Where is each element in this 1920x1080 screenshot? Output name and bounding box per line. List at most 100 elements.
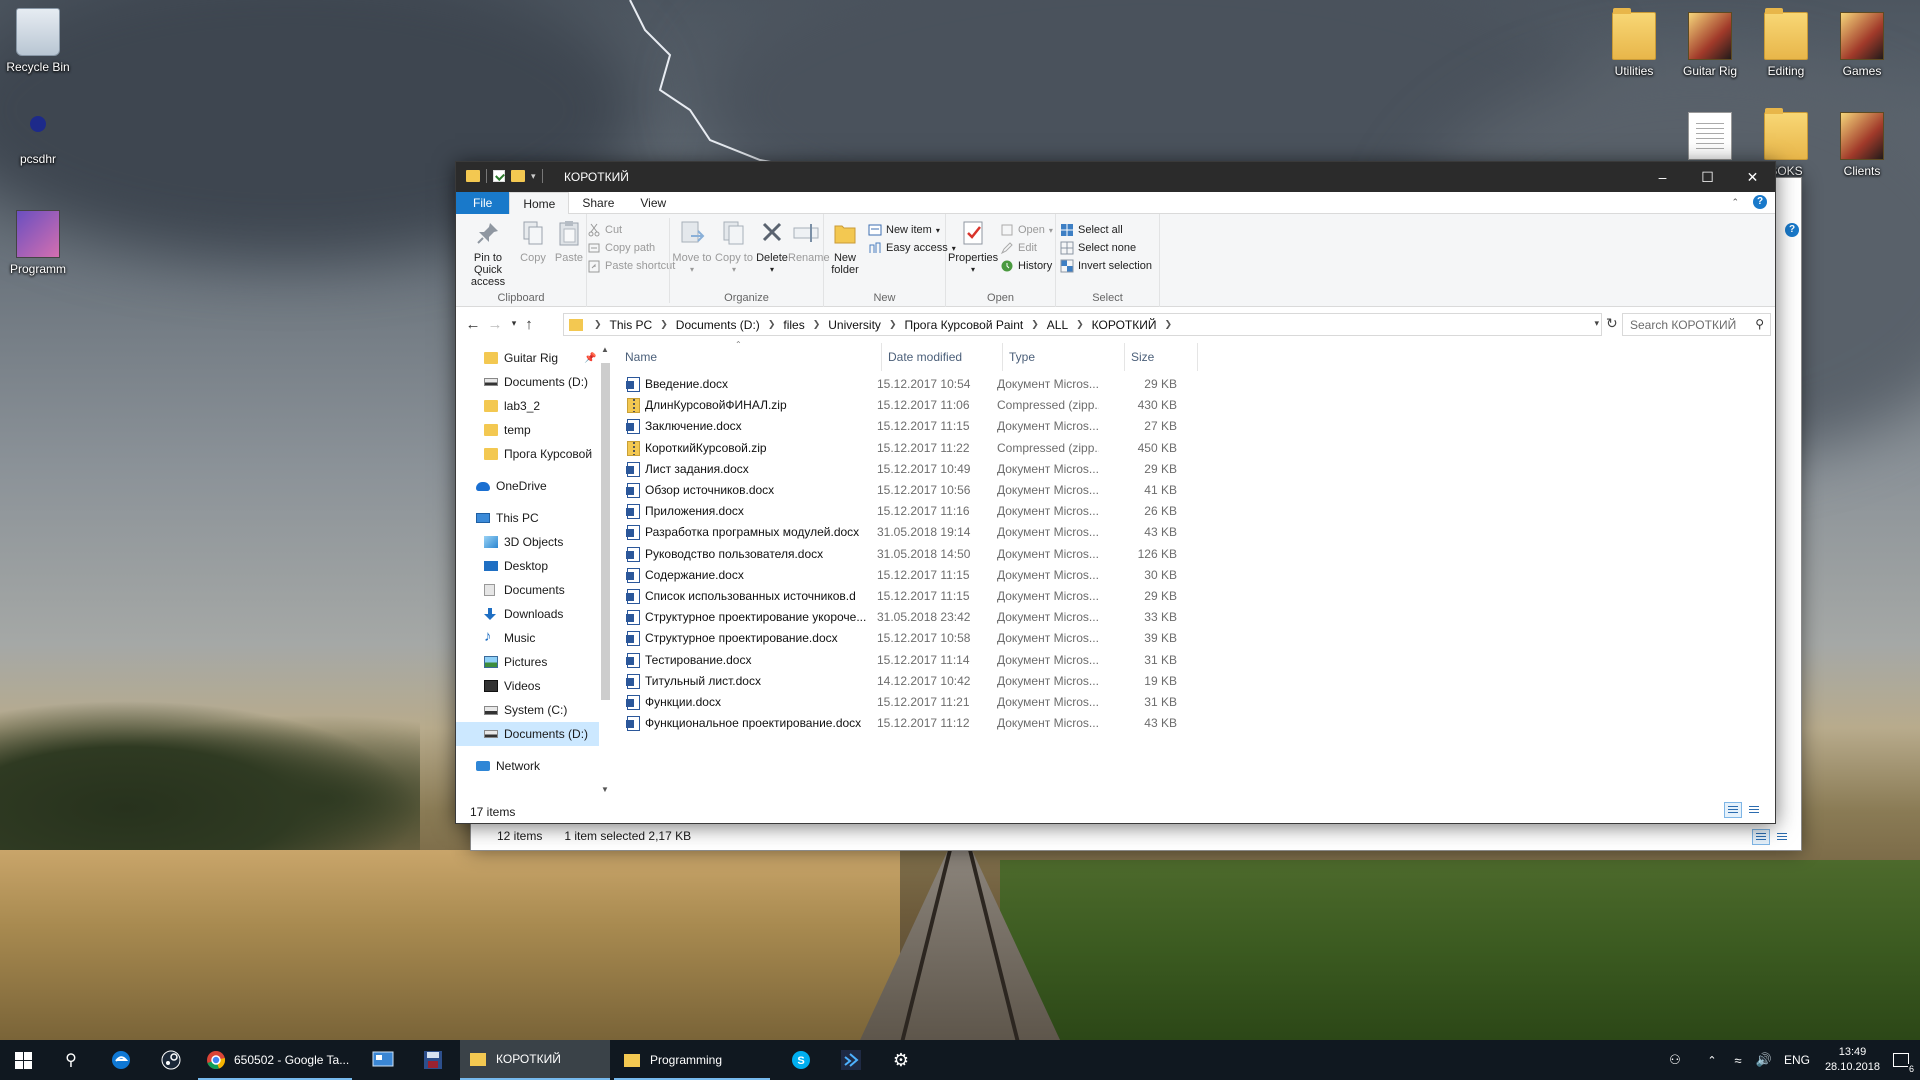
start-button[interactable] — [0, 1040, 46, 1080]
properties-button[interactable]: Properties ▾ — [948, 218, 998, 276]
nav-item-documents-d[interactable]: Documents (D:) — [456, 722, 599, 746]
file-row[interactable]: Руководство пользователя.docx 31.05.2018 … — [619, 544, 1219, 565]
column-header-date[interactable]: Date modified — [882, 343, 1003, 371]
chevron-right-icon[interactable]: ❯ — [1165, 319, 1173, 330]
search-input[interactable]: Search КОРОТКИЙ ⚲ — [1622, 313, 1771, 336]
up-arrow-icon[interactable]: ↑ — [520, 316, 538, 333]
file-row[interactable]: Введение.docx 15.12.2017 10:54 Документ Mi… — [619, 374, 1219, 395]
help-icon[interactable]: ? — [1785, 223, 1799, 237]
cut-button[interactable]: Cut — [587, 221, 622, 239]
easy-access-button[interactable]: Easy access ▾ — [868, 239, 956, 257]
taskbar-app-chrome[interactable]: 650502 - Google Ta... — [198, 1040, 352, 1080]
navigation-scrollbar[interactable]: ▲ ▼ — [599, 343, 611, 798]
file-row[interactable]: Титульный лист.docx 14.12.2017 10:42 Докум… — [619, 671, 1219, 692]
scroll-up-icon[interactable]: ▲ — [601, 345, 609, 354]
copy-button[interactable]: Copy — [516, 218, 550, 264]
file-row[interactable]: Приложения.docx 15.12.2017 11:16 Документ … — [619, 501, 1219, 522]
volume-icon[interactable]: 🔊 — [1752, 1040, 1776, 1080]
scroll-thumb[interactable] — [601, 363, 610, 700]
steam-icon[interactable] — [148, 1040, 194, 1080]
search-icon[interactable]: ⚲ — [48, 1040, 94, 1080]
settings-gear-icon[interactable]: ⚙ — [878, 1040, 924, 1080]
pin-to-quick-access-button[interactable]: Pin to Quick access — [460, 218, 516, 288]
new-item-button[interactable]: New item ▾ — [868, 221, 940, 239]
chevron-right-icon[interactable]: ❯ — [768, 319, 776, 330]
chevron-right-icon[interactable]: ❯ — [813, 319, 821, 330]
desktop-icon-guitar-rig[interactable]: Guitar Rig — [1672, 12, 1748, 78]
chevron-down-icon[interactable]: ▾ — [1594, 318, 1599, 329]
file-row[interactable]: Структурное проектирование укороче... 31.… — [619, 607, 1219, 628]
explorer-window[interactable]: ▾ КОРОТКИЙ – ☐ ✕ File Home Share View ⌃ … — [455, 161, 1776, 824]
people-icon[interactable]: ⚇ — [1660, 1040, 1690, 1080]
edit-button[interactable]: Edit — [1000, 239, 1037, 257]
chevron-right-icon[interactable]: ❯ — [660, 319, 668, 330]
tab-share[interactable]: Share — [569, 192, 627, 214]
taskbar-app-explorer-programming[interactable]: Programming — [614, 1040, 770, 1080]
control-panel-icon[interactable] — [360, 1040, 406, 1080]
large-icons-view-icon[interactable] — [1773, 829, 1791, 845]
large-icons-view-icon[interactable] — [1745, 802, 1763, 818]
breadcrumb-files[interactable]: files — [783, 318, 804, 332]
file-row[interactable]: Содержание.docx 15.12.2017 11:15 Документ … — [619, 565, 1219, 586]
copy-path-button[interactable]: Copy path — [587, 239, 655, 257]
desktop-icon-editing[interactable]: Editing — [1748, 8, 1824, 78]
desktop-icon-pcsdhr[interactable]: pcsdhr — [0, 100, 76, 166]
copy-to-button[interactable]: Copy to ▾ — [714, 218, 754, 276]
file-row[interactable]: Лист задания.docx 15.12.2017 10:49 Докумен… — [619, 459, 1219, 480]
scroll-down-icon[interactable]: ▼ — [601, 785, 609, 794]
action-center-button[interactable]: 6 — [1886, 1040, 1916, 1080]
collapse-ribbon-icon[interactable]: ⌃ — [1731, 197, 1739, 208]
desktop-icon-recycle-bin[interactable]: Recycle Bin — [0, 8, 76, 74]
tab-file[interactable]: File — [456, 192, 510, 214]
minimize-button[interactable]: – — [1640, 162, 1685, 192]
tab-view[interactable]: View — [627, 192, 679, 214]
breadcrumb-university[interactable]: University — [828, 318, 881, 332]
file-row[interactable]: Функции.docx 15.12.2017 11:21 Документ Mic… — [619, 692, 1219, 713]
skype-icon[interactable]: S — [778, 1040, 824, 1080]
history-button[interactable]: History — [1000, 257, 1052, 275]
show-hidden-icons-chevron-icon[interactable]: ⌃ — [1700, 1040, 1724, 1080]
breadcrumb-documents-d[interactable]: Documents (D:) — [676, 318, 760, 332]
back-arrow-icon[interactable]: ← — [464, 316, 482, 333]
nav-item-this-pc[interactable]: This PC — [476, 506, 616, 530]
details-view-icon[interactable] — [1724, 802, 1742, 818]
desktop-icon-programm[interactable]: Programm — [0, 210, 76, 276]
details-view-icon[interactable] — [1752, 829, 1770, 845]
save-app-icon[interactable] — [410, 1040, 456, 1080]
breadcrumb-korotkiy[interactable]: КОРОТКИЙ — [1092, 318, 1157, 332]
chevron-down-icon[interactable]: ▾ — [531, 171, 536, 182]
properties-icon[interactable] — [493, 170, 505, 182]
desktop-icon-games[interactable]: Games — [1824, 12, 1900, 78]
column-header-type[interactable]: Type — [1003, 343, 1125, 371]
open-button[interactable]: Open ▾ — [1000, 221, 1053, 239]
paste-shortcut-button[interactable]: Paste shortcut — [587, 257, 675, 275]
invert-selection-button[interactable]: Invert selection — [1060, 257, 1152, 275]
clock[interactable]: 13:49 28.10.2018 — [1825, 1045, 1880, 1075]
breadcrumb-all[interactable]: ALL — [1047, 318, 1068, 332]
column-header-size[interactable]: Size — [1125, 343, 1198, 371]
file-row[interactable]: Заключение.docx 15.12.2017 11:15 Документ … — [619, 416, 1219, 437]
chevron-right-icon[interactable]: ❯ — [1076, 319, 1084, 330]
column-header-name[interactable]: ⌃ Name — [619, 340, 882, 371]
refresh-icon[interactable]: ↻ — [1606, 315, 1618, 332]
chevron-right-icon[interactable]: ❯ — [1031, 319, 1039, 330]
paste-button[interactable]: Paste — [552, 218, 586, 264]
delete-button[interactable]: Delete ▾ — [756, 218, 788, 276]
maximize-button[interactable]: ☐ — [1685, 162, 1730, 192]
tab-home[interactable]: Home — [509, 192, 570, 215]
language-indicator[interactable]: ENG — [1780, 1040, 1814, 1080]
select-none-button[interactable]: Select none — [1060, 239, 1136, 257]
file-row[interactable]: КороткийКурсовой.zip 15.12.2017 11:22 Comp… — [619, 438, 1219, 459]
desktop-icon-clients[interactable]: Clients — [1824, 112, 1900, 178]
move-to-button[interactable]: Move to ▾ — [672, 218, 712, 276]
file-row[interactable]: Структурное проектирование.docx 15.12.201… — [619, 628, 1219, 649]
close-button[interactable]: ✕ — [1730, 162, 1775, 192]
chevron-right-icon[interactable]: ❯ — [889, 319, 897, 330]
desktop-icon-utilities[interactable]: Utilities — [1596, 8, 1672, 78]
taskbar-app-explorer-korotkiy[interactable]: КОРОТКИЙ — [460, 1040, 610, 1080]
address-bar[interactable]: ❯ This PC ❯ Documents (D:) ❯ files ❯ Uni… — [563, 313, 1602, 336]
nav-item-onedrive[interactable]: OneDrive — [476, 474, 616, 498]
file-row[interactable]: ДлинКурсовойФИНАЛ.zip 15.12.2017 11:06 Com… — [619, 395, 1219, 416]
file-row[interactable]: Тестирование.docx 15.12.2017 11:14 Докумен… — [619, 650, 1219, 671]
file-row[interactable]: Список использованных источников.d 15.12.… — [619, 586, 1219, 607]
